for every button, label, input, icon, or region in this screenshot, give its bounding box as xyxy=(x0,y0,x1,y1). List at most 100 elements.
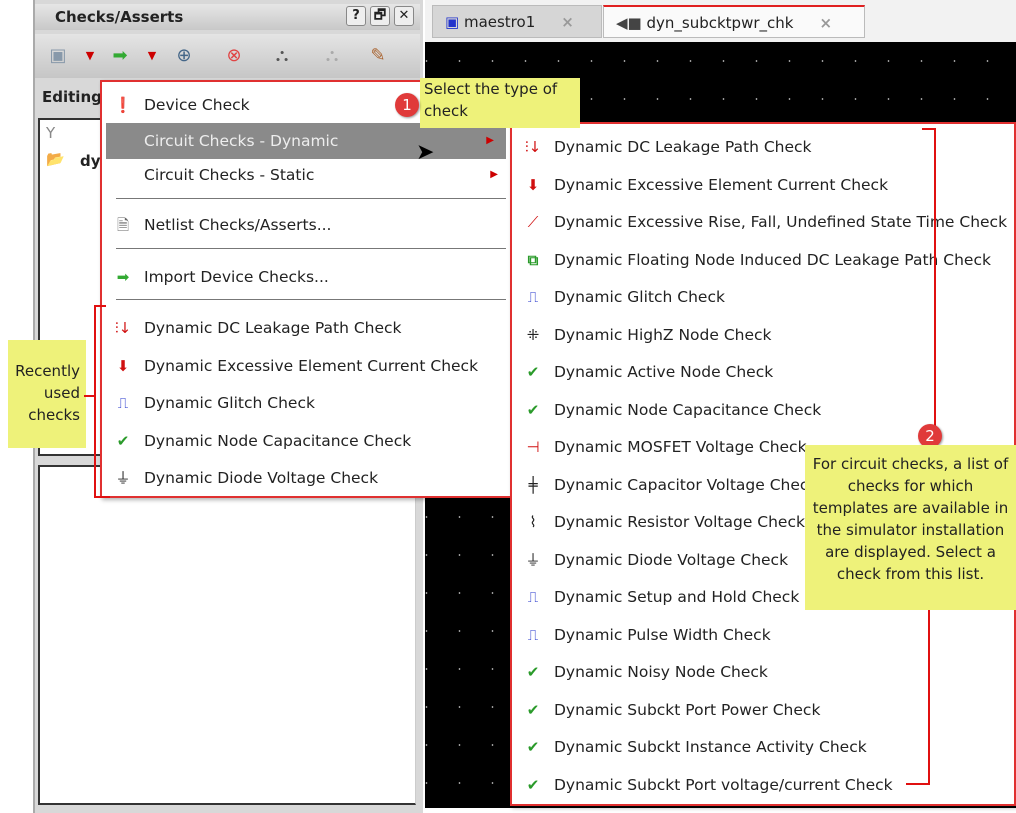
glitch-icon: ⎍ xyxy=(117,394,129,412)
filter-icon[interactable]: Y xyxy=(46,124,55,142)
check-icon: ✔ xyxy=(526,700,540,719)
menu-label: Circuit Checks - Dynamic xyxy=(144,132,339,150)
menu-item-circuit-checks-static[interactable]: Circuit Checks - Static ▶ xyxy=(102,157,510,193)
menu-label: Dynamic DC Leakage Path Check xyxy=(554,138,812,156)
recent-item[interactable]: ⎍ Dynamic Glitch Check xyxy=(102,385,510,421)
mosfet-icon: ⊣ xyxy=(526,438,540,456)
submenu-item[interactable]: ⎍ Dynamic Glitch Check xyxy=(512,279,1014,315)
menu-label: Dynamic Glitch Check xyxy=(144,394,315,412)
dropdown-icon[interactable]: ▼ xyxy=(78,44,102,68)
leakage-icon: ⫶↓ xyxy=(114,319,132,337)
glitch-icon: ⎍ xyxy=(527,288,539,306)
recent-item[interactable]: ⬇ Dynamic Excessive Element Current Check xyxy=(102,348,510,384)
recent-item[interactable]: ✔ Dynamic Node Capacitance Check xyxy=(102,423,510,459)
delete-icon[interactable]: ⊗ xyxy=(222,44,246,68)
edit-icon[interactable]: ✎ xyxy=(366,44,390,68)
menu-label: Dynamic Diode Voltage Check xyxy=(554,550,789,569)
rise-fall-icon: ⟋ xyxy=(527,213,539,231)
help-button[interactable]: ? xyxy=(346,6,366,26)
menu-label: Netlist Checks/Asserts... xyxy=(144,216,332,234)
menu-label: Dynamic Subckt Port voltage/current Chec… xyxy=(554,775,893,794)
bracket-line xyxy=(94,305,96,497)
check-icon: ✔ xyxy=(526,400,540,419)
menu-item-netlist-checks[interactable]: 🗎 Netlist Checks/Asserts... xyxy=(102,207,510,243)
folder-icon: 📂 xyxy=(46,150,65,168)
submenu-item[interactable]: ⬇ Dynamic Excessive Element Current Check xyxy=(512,167,1014,203)
menu-label: Dynamic Node Capacitance Check xyxy=(144,432,412,450)
submenu-item[interactable]: ✔ Dynamic Subckt Port voltage/current Che… xyxy=(512,767,1014,803)
bracket-line xyxy=(94,496,110,498)
hierarchy-icon[interactable]: ⛬ xyxy=(270,44,294,68)
note-circuit-checks: For circuit checks, a list of checks for… xyxy=(805,445,1016,610)
leakage-icon: ⫶↓ xyxy=(524,138,542,156)
submenu-arrow-icon: ▶ xyxy=(486,135,494,146)
menu-label: Dynamic Excessive Element Current Check xyxy=(144,357,479,375)
exclamation-icon: ❗ xyxy=(113,96,133,114)
tab-maestro1[interactable]: ▣ maestro1 × xyxy=(432,5,602,38)
submenu-item[interactable]: ✔ Dynamic Subckt Instance Activity Check xyxy=(512,729,1014,765)
separator xyxy=(116,198,506,199)
menu-label: Dynamic MOSFET Voltage Check xyxy=(554,438,807,456)
close-tab-icon[interactable]: × xyxy=(819,14,832,32)
maestro-icon: ▣ xyxy=(445,13,464,31)
submenu-item[interactable]: ⁜ Dynamic HighZ Node Check xyxy=(512,317,1014,353)
editing-label: Editing xyxy=(42,88,102,106)
check-icon: ✔ xyxy=(526,775,540,794)
fit-icon[interactable]: ⊕ xyxy=(172,44,196,68)
tree-item[interactable]: dy xyxy=(80,152,101,170)
close-tab-icon[interactable]: × xyxy=(561,13,574,31)
tab-label: dyn_subcktpwr_chk xyxy=(646,14,794,32)
recent-item[interactable]: ⏚ Dynamic Diode Voltage Check xyxy=(102,460,510,496)
float-button[interactable]: 🗗 xyxy=(370,6,390,26)
separator xyxy=(116,248,506,249)
separator xyxy=(116,299,506,300)
menu-label: Dynamic Excessive Rise, Fall, Undefined … xyxy=(554,213,1008,231)
pulse-width-icon: ⎍ xyxy=(527,625,539,644)
submenu-item[interactable]: ⎍ Dynamic Pulse Width Check xyxy=(512,617,1014,653)
recent-item[interactable]: ⫶↓ Dynamic DC Leakage Path Check xyxy=(102,310,510,346)
note-select-type: Select the type of check xyxy=(420,78,580,128)
submenu-item[interactable]: ⫶↓ Dynamic DC Leakage Path Check xyxy=(512,129,1014,165)
dropdown-icon[interactable]: ▼ xyxy=(140,44,164,68)
bracket-line xyxy=(934,128,936,428)
bracket-line xyxy=(928,610,930,785)
submenu-item[interactable]: ✔ Dynamic Noisy Node Check xyxy=(512,654,1014,690)
resistor-icon: ⌇ xyxy=(529,513,537,531)
setup-hold-icon: ⎍ xyxy=(527,588,539,606)
hierarchy-disabled-icon: ⛬ xyxy=(325,45,339,66)
import-icon[interactable]: ➡ xyxy=(108,44,132,68)
tab-dyn-subcktpwr-chk[interactable]: ◀■ dyn_subcktpwr_chk × xyxy=(603,5,865,38)
submenu-arrow-icon: ▶ xyxy=(490,169,498,180)
menu-label: Dynamic Floating Node Induced DC Leakage… xyxy=(554,250,991,269)
check-icon: ✔ xyxy=(526,738,540,756)
document-icon: 🗎 xyxy=(116,216,130,234)
submenu-item[interactable]: ✔ Dynamic Subckt Port Power Check xyxy=(512,692,1014,728)
menu-label: Dynamic Pulse Width Check xyxy=(554,625,771,644)
tab-label: maestro1 xyxy=(463,13,536,31)
save-icon[interactable]: ▣ xyxy=(46,44,70,68)
menu-label: Dynamic Node Capacitance Check xyxy=(554,400,822,419)
properties-box xyxy=(38,465,416,805)
floating-node-icon: ⧉ xyxy=(527,250,539,269)
diode-icon: ⏚ xyxy=(525,550,541,569)
menu-item-import-device-checks[interactable]: ➡ Import Device Checks... xyxy=(102,259,510,295)
submenu-item[interactable]: ⟋ Dynamic Excessive Rise, Fall, Undefined… xyxy=(512,204,1014,240)
menu-label: Dynamic Glitch Check xyxy=(554,288,725,306)
menu-label: Circuit Checks - Static xyxy=(144,166,315,184)
bracket-line xyxy=(906,783,930,785)
menu-label: Dynamic Active Node Check xyxy=(554,363,774,381)
check-icon: ✔ xyxy=(526,663,540,681)
menu-label: Dynamic Subckt Instance Activity Check xyxy=(554,738,867,756)
bracket-line xyxy=(94,305,106,307)
menu-item-circuit-checks-dynamic[interactable]: Circuit Checks - Dynamic ▶ xyxy=(106,123,506,159)
import-icon: ➡ xyxy=(116,268,130,286)
submenu-item[interactable]: ⧉ Dynamic Floating Node Induced DC Leakag… xyxy=(512,242,1014,278)
menu-label: Dynamic Setup and Hold Check xyxy=(554,588,800,606)
current-icon: ⬇ xyxy=(526,175,540,194)
submenu-item[interactable]: ✔ Dynamic Node Capacitance Check xyxy=(512,392,1014,428)
menu-label: Dynamic DC Leakage Path Check xyxy=(144,319,402,337)
close-panel-button[interactable]: ✕ xyxy=(394,6,414,26)
submenu-item[interactable]: ✔ Dynamic Active Node Check xyxy=(512,354,1014,390)
menu-label: Dynamic Subckt Port Power Check xyxy=(554,700,821,719)
menu-label: Device Check xyxy=(144,96,250,114)
